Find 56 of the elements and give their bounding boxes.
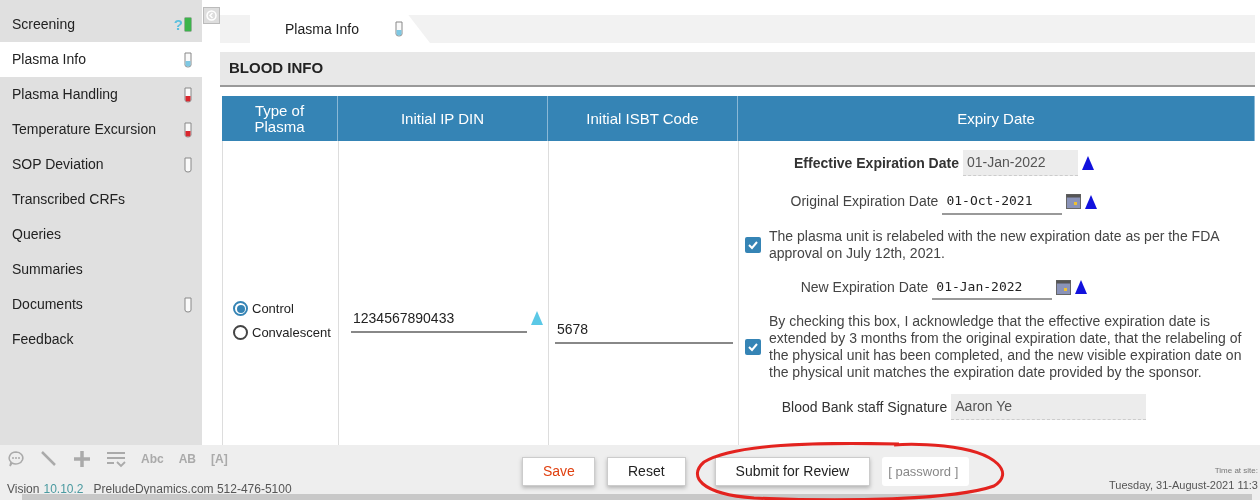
radio-label: Convalescent <box>252 323 331 342</box>
column-header: Initial ISBT Code <box>548 96 738 141</box>
sidebar-item[interactable]: Queries <box>0 217 202 252</box>
date-field[interactable]: 01-Jan-2022 <box>932 274 1053 300</box>
isbt-field[interactable]: 5678 <box>555 317 733 344</box>
readonly-field: Aaron Ye <box>951 394 1147 420</box>
sidebar-item[interactable]: Temperature Excursion <box>0 112 202 147</box>
section-title: BLOOD INFO <box>229 58 324 79</box>
radio-button[interactable] <box>233 324 248 340</box>
readonly-field: 01-Jan-2022 <box>962 150 1078 176</box>
product-name: Vision <box>7 481 40 498</box>
scrollbar[interactable] <box>22 494 1252 500</box>
triangle-icon[interactable] <box>1075 280 1088 295</box>
tube-icon <box>184 156 192 173</box>
query-mark: ? <box>173 17 183 32</box>
sidebar-item[interactable]: Feedback <box>0 322 202 357</box>
calendar-icon[interactable] <box>1066 194 1082 210</box>
action-button[interactable]: Submit for Review <box>714 457 871 486</box>
sidebar-item[interactable]: Screening ? <box>0 7 202 42</box>
column-header: Expiry Date <box>738 96 1255 141</box>
time-label: Time at site: <box>1214 465 1258 477</box>
tab[interactable]: Plasma Info <box>250 15 430 43</box>
tube-icon <box>394 21 403 37</box>
column-header: Type of Plasma <box>222 96 338 141</box>
site-time: Tuesday, 31-August-2021 11:3 <box>1109 478 1258 493</box>
save-button[interactable]: Save <box>522 457 595 486</box>
sidebar-item[interactable]: Plasma Handling <box>0 77 202 112</box>
checkbox-label: By checking this box, I acknowledge that the effective expiration date is extended by 3 months from the original expiration date, that the relabeling of the physical unit has been completed, and the new visible expiration date on the physical unit matches the expiration date provided by the sponsor. <box>769 313 1243 381</box>
field-label: Blood Bank staff Signature <box>781 397 948 417</box>
field-label: Original Expiration Date <box>790 192 939 212</box>
column-header: Initial IP DIN <box>338 96 548 141</box>
sidebar-item[interactable]: Summaries <box>0 252 202 287</box>
status-icon <box>184 17 192 32</box>
sidebar-item[interactable]: SOP Deviation <box>0 147 202 182</box>
action-button[interactable]: Reset <box>607 457 686 486</box>
date-field[interactable]: 01-Oct-2021 <box>942 189 1063 215</box>
field-label: Effective Expiration Date <box>794 153 959 173</box>
contact-text: PreludeDynamics.com 512-476-5100 <box>93 481 292 498</box>
sidebar-item[interactable]: Plasma Info <box>0 42 202 77</box>
checkbox[interactable] <box>745 339 761 355</box>
triangle-icon[interactable] <box>1081 156 1094 170</box>
sidebar-item[interactable]: Transcribed CRFs <box>0 182 202 217</box>
checkbox-label: The plasma unit is relabeled with the new expiration date as per the FDA approval on July 12th, 2021. <box>769 227 1221 262</box>
din-field[interactable]: 1234567890433 <box>351 306 527 333</box>
radio-label: Control <box>252 300 294 318</box>
tube-icon <box>184 86 192 103</box>
triangle-icon[interactable] <box>1085 194 1098 209</box>
tube-icon <box>184 296 192 313</box>
sidebar-item[interactable]: Documents <box>0 287 202 322</box>
password-field[interactable]: [ password ] <box>882 457 970 486</box>
calendar-icon[interactable] <box>1056 279 1072 295</box>
tube-icon <box>184 51 192 68</box>
radio-button[interactable] <box>233 301 248 317</box>
field-label: New Expiration Date <box>800 277 929 297</box>
tube-icon <box>184 121 192 138</box>
checkbox[interactable] <box>745 236 761 253</box>
